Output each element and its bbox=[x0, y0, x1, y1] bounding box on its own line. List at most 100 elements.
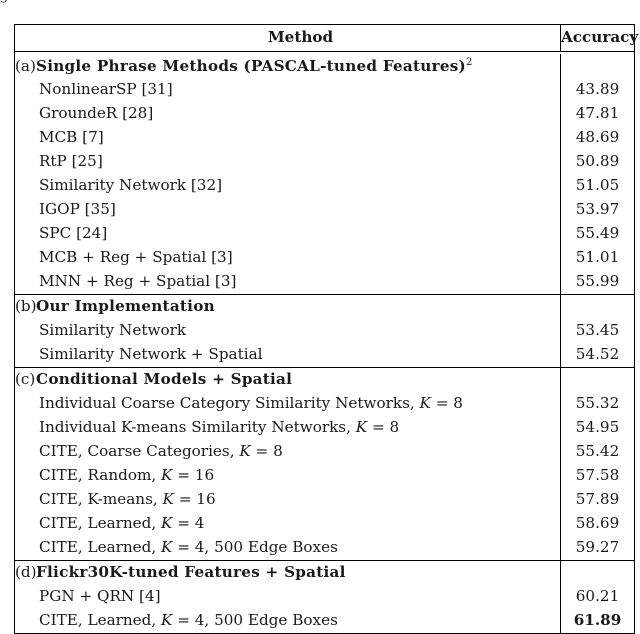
table-row[interactable]: Individual K-means Similarity Networks, … bbox=[14, 416, 635, 440]
table-row[interactable]: CITE, Learned, K = 4 58.69 bbox=[14, 512, 635, 536]
group-title-b: Our Implementation bbox=[36, 297, 215, 316]
row-method-cell: CITE, K-means, K = 16 bbox=[14, 488, 561, 512]
row-accuracy-cell: 51.01 bbox=[560, 246, 635, 270]
row-method-label: MCB [7] bbox=[39, 128, 104, 147]
group-header-row-b: (b)Our Implementation bbox=[14, 294, 635, 319]
row-method-label: PGN + QRN [4] bbox=[39, 587, 161, 606]
row-method-label: CITE, Random, K = 16 bbox=[39, 466, 215, 485]
row-accuracy-value: 51.05 bbox=[575, 176, 620, 195]
group-header-cell-d: (d)Flickr30K-tuned Features + Spatial bbox=[14, 560, 561, 585]
row-accuracy-cell: 51.05 bbox=[560, 174, 635, 198]
row-method-label: CITE, K-means, K = 16 bbox=[39, 490, 216, 509]
row-accuracy-cell: 54.52 bbox=[560, 343, 635, 368]
table-row[interactable]: Similarity Network + Spatial 54.52 bbox=[14, 343, 635, 368]
row-method-label: IGOP [35] bbox=[39, 200, 116, 219]
row-method-label: Individual K-means Similarity Networks, … bbox=[39, 418, 400, 437]
table-row[interactable]: CITE, Random, K = 16 57.58 bbox=[14, 464, 635, 488]
row-method-label: CITE, Learned, K = 4 bbox=[39, 514, 205, 533]
group-header-cell-c: (c)Conditional Models + Spatial bbox=[14, 367, 561, 392]
row-method-cell: Similarity Network + Spatial bbox=[14, 343, 561, 368]
table-row[interactable]: CITE, K-means, K = 16 57.89 bbox=[14, 488, 635, 512]
row-accuracy-cell: 54.95 bbox=[560, 416, 635, 440]
table-row[interactable]: Similarity Network [32] 51.05 bbox=[14, 174, 635, 198]
group-header-cell-a: (a)Single Phrase Methods (PASCAL-tuned F… bbox=[14, 54, 561, 78]
row-accuracy-value: 53.45 bbox=[575, 321, 620, 340]
row-accuracy-value: 55.32 bbox=[575, 394, 620, 413]
table-row[interactable]: Individual Coarse Category Similarity Ne… bbox=[14, 392, 635, 416]
row-accuracy-value: 57.89 bbox=[575, 490, 620, 509]
group-tag-c: (c) bbox=[15, 370, 36, 389]
row-accuracy-value: 55.99 bbox=[575, 272, 620, 291]
row-method-cell: IGOP [35] bbox=[14, 198, 561, 222]
row-method-cell: CITE, Coarse Categories, K = 8 bbox=[14, 440, 561, 464]
row-method-label: NonlinearSP [31] bbox=[39, 80, 173, 99]
table-row[interactable]: SPC [24] 55.49 bbox=[14, 222, 635, 246]
row-accuracy-value: 60.21 bbox=[575, 587, 620, 606]
group-header-row-c: (c)Conditional Models + Spatial bbox=[14, 367, 635, 392]
row-method-label: MNN + Reg + Spatial [3] bbox=[39, 272, 237, 291]
row-accuracy-cell: 58.69 bbox=[560, 512, 635, 536]
table-row[interactable]: GroundeR [28] 47.81 bbox=[14, 102, 635, 126]
row-accuracy-cell: 47.81 bbox=[560, 102, 635, 126]
row-method-cell: CITE, Random, K = 16 bbox=[14, 464, 561, 488]
row-method-cell: RtP [25] bbox=[14, 150, 561, 174]
row-accuracy-value: 54.52 bbox=[575, 345, 620, 364]
row-method-cell: Similarity Network [32] bbox=[14, 174, 561, 198]
table-row[interactable]: PGN + QRN [4] 60.21 bbox=[14, 585, 635, 609]
group-header-accuracy-d bbox=[560, 560, 635, 585]
table-row[interactable]: CITE, Learned, K = 4, 500 Edge Boxes 61.8… bbox=[14, 609, 635, 634]
row-method-label: CITE, Learned, K = 4, 500 Edge Boxes bbox=[39, 538, 338, 557]
row-accuracy-cell: 60.21 bbox=[560, 585, 635, 609]
row-method-label: MCB + Reg + Spatial [3] bbox=[39, 248, 233, 267]
caption-fragment: g bbox=[0, 0, 9, 4]
group-header-accuracy-a bbox=[560, 54, 635, 78]
row-accuracy-cell: 57.89 bbox=[560, 488, 635, 512]
group-header-accuracy-c bbox=[560, 367, 635, 392]
row-accuracy-value: 58.69 bbox=[575, 514, 620, 533]
row-accuracy-cell: 43.89 bbox=[560, 78, 635, 102]
column-header-accuracy-label: Accuracy bbox=[561, 28, 639, 47]
group-header-row-d: (d)Flickr30K-tuned Features + Spatial bbox=[14, 560, 635, 585]
row-accuracy-cell: 50.89 bbox=[560, 150, 635, 174]
group-tag-a: (a) bbox=[15, 56, 36, 75]
row-method-cell: Individual Coarse Category Similarity Ne… bbox=[14, 392, 561, 416]
row-method-label: RtP [25] bbox=[39, 152, 103, 171]
row-accuracy-cell: 55.49 bbox=[560, 222, 635, 246]
table-row[interactable]: MCB + Reg + Spatial [3] 51.01 bbox=[14, 246, 635, 270]
group-header-cell-b: (b)Our Implementation bbox=[14, 294, 561, 319]
row-accuracy-value: 55.49 bbox=[575, 224, 620, 243]
row-accuracy-cell: 55.99 bbox=[560, 270, 635, 295]
column-header-method: Method bbox=[14, 24, 561, 52]
row-accuracy-value: 59.27 bbox=[575, 538, 620, 557]
group-tag-d: (d) bbox=[15, 563, 37, 582]
row-method-cell: Individual K-means Similarity Networks, … bbox=[14, 416, 561, 440]
row-accuracy-value: 47.81 bbox=[575, 104, 620, 123]
table-row[interactable]: MNN + Reg + Spatial [3] 55.99 bbox=[14, 270, 635, 295]
row-accuracy-cell: 53.45 bbox=[560, 319, 635, 343]
table-row[interactable]: NonlinearSP [31] 43.89 bbox=[14, 78, 635, 102]
table-row[interactable]: RtP [25] 50.89 bbox=[14, 150, 635, 174]
row-method-cell: Similarity Network bbox=[14, 319, 561, 343]
table-row[interactable]: CITE, Learned, K = 4, 500 Edge Boxes 59.2… bbox=[14, 536, 635, 561]
table-row[interactable]: CITE, Coarse Categories, K = 8 55.42 bbox=[14, 440, 635, 464]
row-accuracy-value: 50.89 bbox=[575, 152, 620, 171]
table-row[interactable]: Similarity Network 53.45 bbox=[14, 319, 635, 343]
row-method-label: Similarity Network [32] bbox=[39, 176, 223, 195]
row-method-cell: MNN + Reg + Spatial [3] bbox=[14, 270, 561, 295]
row-method-cell: CITE, Learned, K = 4 bbox=[14, 512, 561, 536]
results-table-container: Method Accuracy (a)Single Phrase Methods (… bbox=[14, 24, 639, 634]
table-row[interactable]: MCB [7] 48.69 bbox=[14, 126, 635, 150]
row-accuracy-cell: 61.89 bbox=[560, 609, 635, 634]
row-accuracy-cell: 55.32 bbox=[560, 392, 635, 416]
row-method-cell: NonlinearSP [31] bbox=[14, 78, 561, 102]
group-title-superscript: 2 bbox=[465, 56, 473, 68]
table-row[interactable]: IGOP [35] 53.97 bbox=[14, 198, 635, 222]
row-method-cell: SPC [24] bbox=[14, 222, 561, 246]
row-accuracy-value: 51.01 bbox=[575, 248, 620, 267]
group-title-a: Single Phrase Methods (PASCAL-tuned Feat… bbox=[36, 56, 473, 75]
row-method-cell: CITE, Learned, K = 4, 500 Edge Boxes bbox=[14, 609, 561, 634]
row-method-cell: GroundeR [28] bbox=[14, 102, 561, 126]
group-title-d: Flickr30K-tuned Features + Spatial bbox=[36, 563, 346, 582]
results-table: Method Accuracy (a)Single Phrase Methods (… bbox=[14, 24, 639, 634]
row-accuracy-value: 57.58 bbox=[575, 466, 620, 485]
